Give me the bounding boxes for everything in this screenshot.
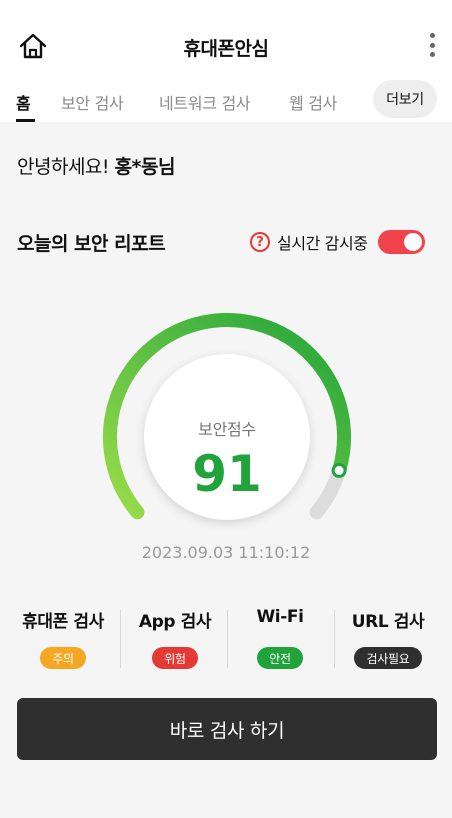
status-badge: 주의 <box>40 647 86 669</box>
status-badge: 위험 <box>152 647 198 669</box>
tab-web-scan[interactable]: 웹 검사 <box>289 90 337 114</box>
greeting-prefix: 안녕하세요! <box>17 156 115 178</box>
status-badge: 검사필요 <box>354 647 422 669</box>
active-tab-indicator <box>16 119 35 122</box>
score-label: 보안점수 <box>198 420 256 439</box>
check-wifi[interactable]: Wi-Fi 안전 <box>225 600 335 672</box>
tab-network-scan[interactable]: 네트워크 검사 <box>159 90 251 114</box>
tab-home[interactable]: 홈 <box>16 90 31 114</box>
scan-timestamp: 2023.09.03 11:10:12 <box>141 543 311 562</box>
check-label: Wi-Fi <box>256 607 304 627</box>
user-name: 홍*동님 <box>114 156 176 178</box>
toggle-knob <box>403 233 422 251</box>
score-value: 91 <box>192 445 262 503</box>
security-score-gauge: 보안점수 91 <box>86 306 366 536</box>
tab-bar: 홈 보안 검사 네트워크 검사 웹 검사 더보기 <box>0 80 452 122</box>
report-title: 오늘의 보안 리포트 <box>17 233 166 255</box>
tab-security-scan[interactable]: 보안 검사 <box>61 90 124 114</box>
realtime-label: 실시간 감시중 <box>277 234 368 253</box>
realtime-monitor: ? 실시간 감시중 <box>250 230 425 254</box>
help-icon[interactable]: ? <box>250 232 270 252</box>
scan-now-button[interactable]: 바로 검사 하기 <box>17 698 437 760</box>
check-app[interactable]: App 검사 위험 <box>120 600 230 672</box>
gauge-marker <box>331 462 347 478</box>
check-label: 휴대폰 검사 <box>22 612 104 632</box>
score-circle: 보안점수 91 <box>144 354 310 520</box>
app-header: 휴대폰안심 홈 보안 검사 네트워크 검사 웹 검사 더보기 <box>0 0 452 122</box>
realtime-toggle[interactable] <box>377 230 425 254</box>
status-badge: 안전 <box>257 647 303 669</box>
greeting: 안녕하세요! 홍*동님 <box>17 152 175 179</box>
check-label: URL 검사 <box>351 612 425 632</box>
check-phone[interactable]: 휴대폰 검사 주의 <box>8 600 118 672</box>
page-title: 휴대폰안심 <box>183 38 269 60</box>
check-label: App 검사 <box>138 612 212 632</box>
check-summary: 휴대폰 검사 주의 App 검사 위험 Wi-Fi 안전 URL 검사 검사필요 <box>0 600 452 672</box>
more-tabs-button[interactable]: 더보기 <box>373 80 437 118</box>
more-vertical-icon[interactable] <box>424 30 440 60</box>
check-url[interactable]: URL 검사 검사필요 <box>333 600 443 672</box>
